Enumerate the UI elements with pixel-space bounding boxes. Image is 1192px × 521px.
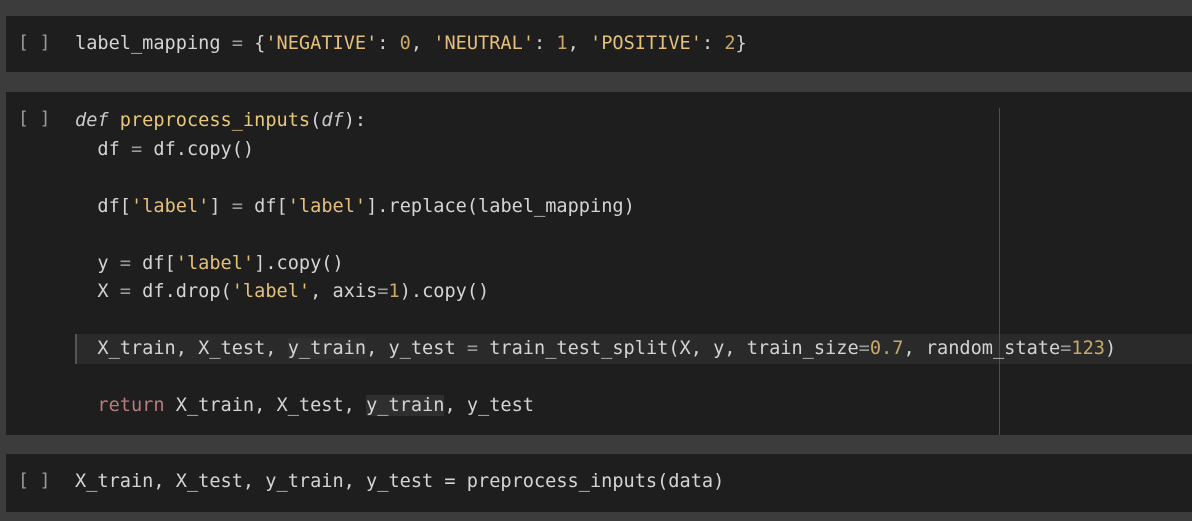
run-cell-button[interactable]: [ ] — [18, 470, 51, 491]
code-editor[interactable]: def preprocess_inputs(df): df = df.copy(… — [75, 107, 1192, 416]
code-line: X_train, X_test, y_train, y_test = prepr… — [75, 471, 725, 492]
code-cell-preprocess-inputs[interactable]: [ ] def preprocess_inputs(df): df = df.c… — [6, 92, 1192, 435]
run-cell-button[interactable]: [ ] — [18, 32, 51, 53]
notebook-page: [ ] label_mapping = {'NEGATIVE': 0, 'NEU… — [0, 0, 1192, 521]
code-line: return X_train, X_test, y_train, y_test — [97, 395, 534, 416]
run-cell-button[interactable]: [ ] — [18, 108, 51, 129]
code-cell-label-mapping[interactable]: [ ] label_mapping = {'NEGATIVE': 0, 'NEU… — [6, 16, 1192, 72]
code-line: y = df['label'].copy() — [75, 253, 344, 274]
code-editor[interactable]: label_mapping = {'NEGATIVE': 0, 'NEUTRAL… — [75, 30, 1192, 93]
code-cell-preprocess-call[interactable]: [ ] X_train, X_test, y_train, y_test = p… — [6, 454, 1192, 512]
code-line: def preprocess_inputs(df): — [75, 110, 367, 131]
code-line: df = df.copy() — [75, 139, 255, 160]
code-line: label_mapping = {'NEGATIVE': 0, 'NEUTRAL… — [75, 33, 747, 54]
code-line: X = df.drop('label', axis=1).copy() — [75, 281, 490, 302]
code-line: X_train, X_test, y_train, y_test = train… — [75, 338, 1117, 359]
code-line: df['label'] = df['label'].replace(label_… — [75, 196, 635, 217]
code-editor[interactable]: X_train, X_test, y_train, y_test = prepr… — [75, 468, 1192, 521]
